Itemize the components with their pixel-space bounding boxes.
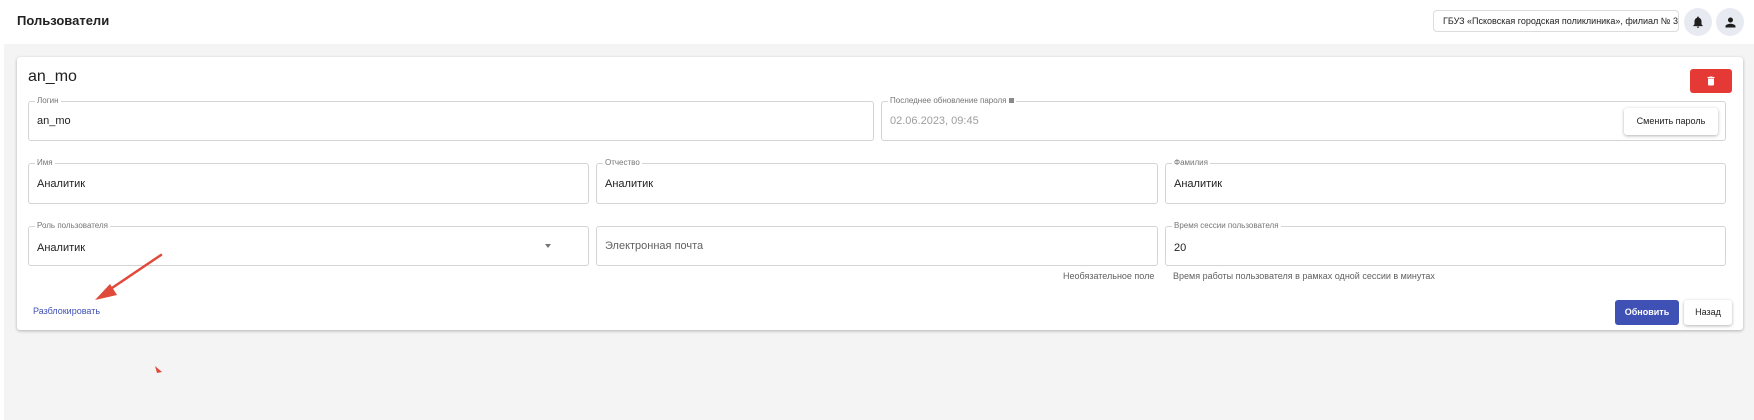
annotation-arrowhead-mark	[155, 366, 162, 373]
annotation-arrow-overlay	[95, 253, 163, 373]
annotation-arrow	[95, 253, 163, 300]
